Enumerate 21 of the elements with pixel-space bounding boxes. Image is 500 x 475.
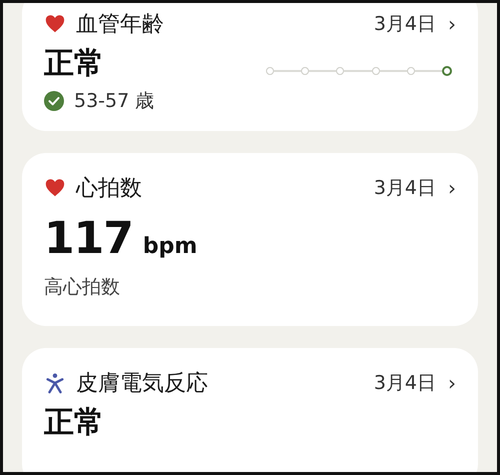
status-value: 正常 <box>44 404 105 442</box>
unit-label: bpm <box>142 234 198 259</box>
date-label: 3月4日 <box>374 371 436 396</box>
health-card[interactable]: 皮膚電気反応 3月4日 › 正常 <box>22 348 478 472</box>
card-title: 心拍数 <box>76 175 142 203</box>
date-label: 3月4日 <box>374 176 436 201</box>
health-card[interactable]: 心拍数 3月4日 › 117 bpm 高心拍数 <box>22 153 478 326</box>
heart-rate-value: 117 <box>44 213 133 264</box>
status-note: 高心拍数 <box>44 275 121 300</box>
heart-icon <box>44 13 66 35</box>
age-range: 53-57 歳 <box>74 89 154 114</box>
status-value: 正常 <box>44 45 105 83</box>
chevron-icon[interactable]: › <box>448 14 456 34</box>
card-title: 皮膚電気反応 <box>76 370 208 398</box>
card-title: 血管年齢 <box>76 11 164 39</box>
chevron-icon[interactable]: › <box>448 178 456 198</box>
date-label: 3月4日 <box>374 12 436 37</box>
person-icon <box>44 372 66 394</box>
health-card[interactable]: 血管年齢 3月4日 › 正常 53-57 歳 <box>22 3 478 131</box>
heart-icon <box>44 177 66 199</box>
chevron-icon[interactable]: › <box>448 373 456 393</box>
